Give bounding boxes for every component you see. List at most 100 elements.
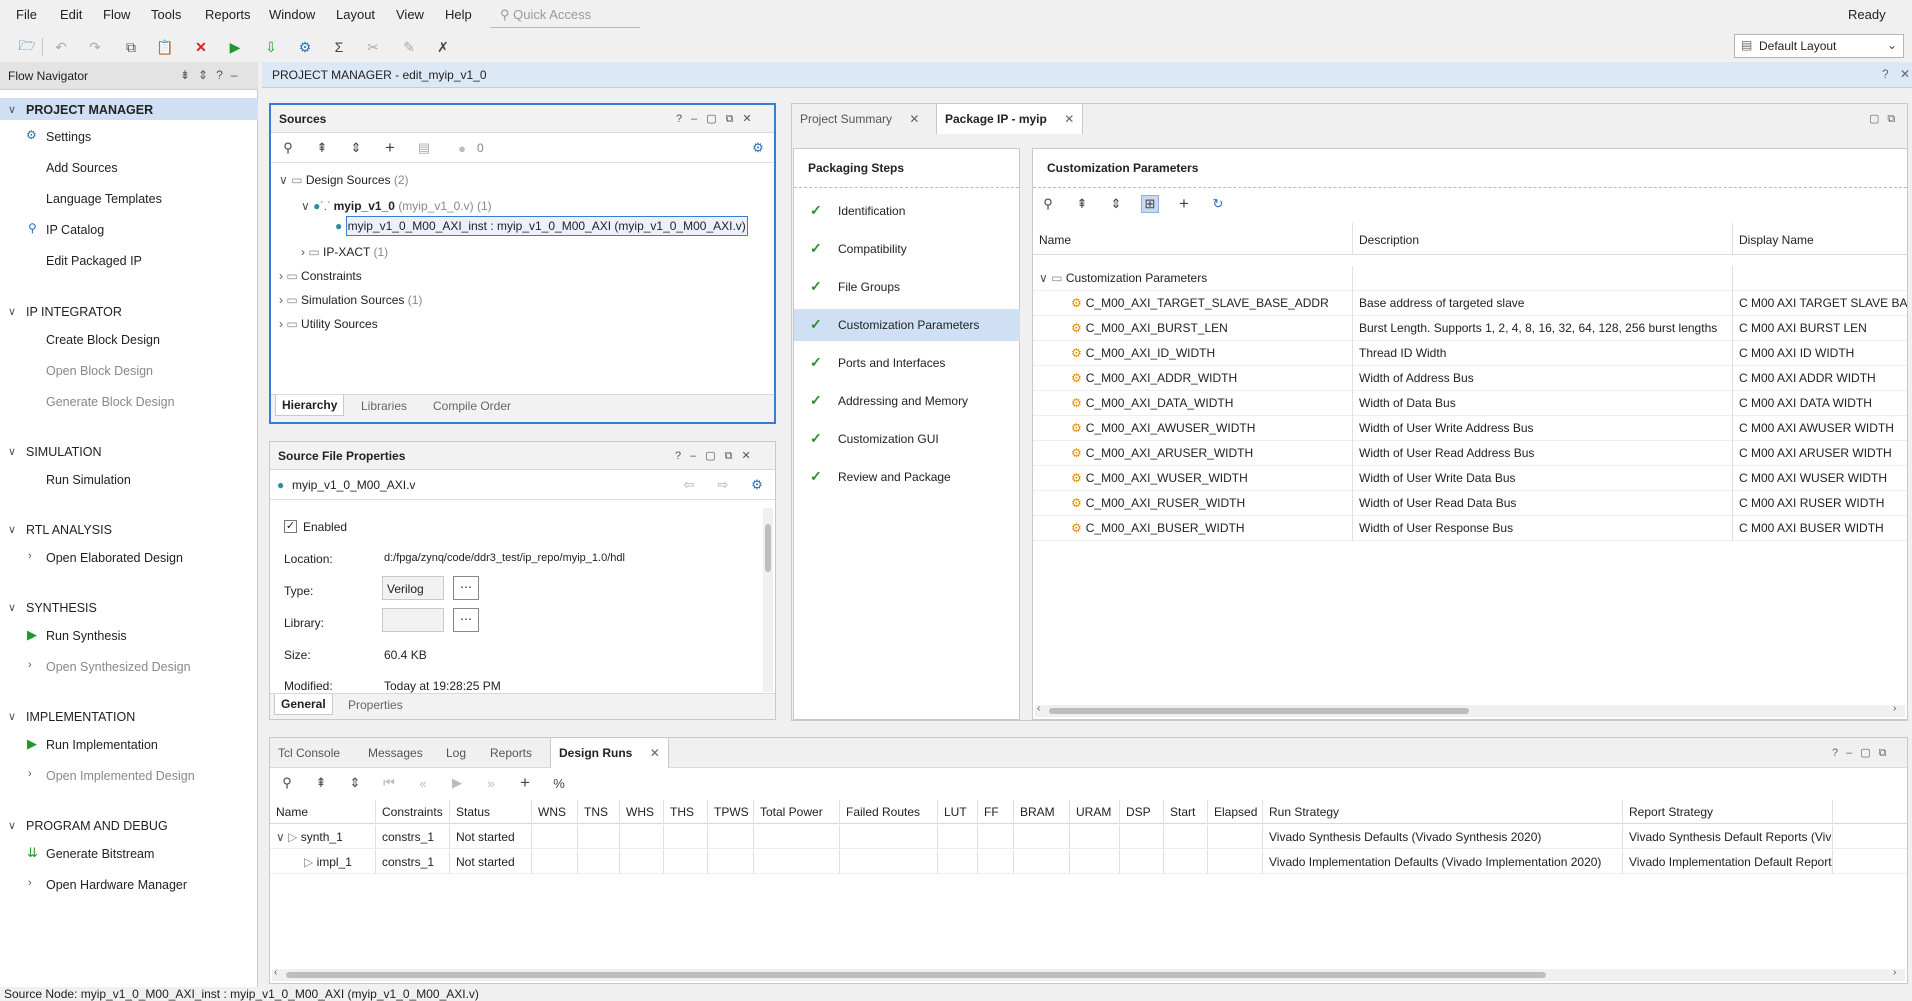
launch-icon[interactable]: ▶ — [448, 774, 466, 792]
chevron-down-icon[interactable]: ∨ — [8, 305, 16, 318]
gear-icon[interactable]: ⚙ — [749, 139, 767, 157]
library-browse-button[interactable]: ⋯ — [453, 608, 479, 632]
nav-section-ip-integrator[interactable]: IP INTEGRATOR — [26, 305, 122, 319]
back-arrow-icon[interactable]: ⇦ — [680, 476, 698, 494]
enabled-checkbox[interactable]: ✓ — [284, 520, 297, 533]
runs-col[interactable]: LUT — [938, 800, 978, 824]
editor-window-controls[interactable]: ▢⧉ — [1869, 112, 1903, 126]
scroll-right-icon[interactable]: › — [1893, 967, 1896, 978]
panel-window-controls[interactable]: ?‒▢⧉✕ — [675, 449, 760, 463]
tab-tcl-console[interactable]: Tcl Console — [270, 738, 348, 768]
nav-open-block-design[interactable]: Open Block Design — [46, 364, 153, 378]
close-icon[interactable]: ✕ — [909, 112, 919, 126]
nav-section-simulation[interactable]: SIMULATION — [26, 445, 101, 459]
group-icon[interactable]: ⊞ — [1141, 195, 1159, 213]
tree-top-module[interactable]: ∨ ●⸪ myip_v1_0 (myip_v1_0.v) (1) — [301, 197, 492, 214]
menu-view[interactable]: View — [396, 7, 424, 22]
expand-all-icon[interactable]: ⇕ — [1107, 195, 1125, 213]
step-customization-gui[interactable]: ✓ Customization GUI — [794, 423, 1020, 455]
debug-icon[interactable]: ✂ — [362, 37, 384, 57]
menu-layout[interactable]: Layout — [336, 7, 375, 22]
first-icon[interactable]: ⏮ — [380, 774, 398, 792]
tab-messages[interactable]: Messages — [360, 738, 431, 768]
run-row[interactable]: ∨ ▷ synth_1 constrs_1 Not started Vivado Sy… — [270, 825, 1907, 849]
tree-ipxact[interactable]: › ▭ IP-XACT (1) — [301, 245, 388, 259]
copy-icon[interactable]: ⧉ — [120, 37, 142, 57]
settings-icon[interactable]: ⚙ — [294, 37, 316, 57]
scroll-thumb[interactable] — [765, 524, 771, 572]
open-project-icon[interactable]: 🗁 — [16, 37, 38, 57]
chevron-right-icon[interactable]: › — [28, 877, 32, 889]
nav-generate-bitstream[interactable]: Generate Bitstream — [46, 847, 154, 861]
scroll-left-icon[interactable]: ‹ — [1037, 703, 1040, 714]
panel-window-controls[interactable]: ?‒▢⧉✕ — [676, 112, 761, 126]
runs-col[interactable]: THS — [664, 800, 708, 824]
nav-settings[interactable]: Settings — [46, 130, 91, 144]
runs-col[interactable]: Status — [450, 800, 532, 824]
undo-icon[interactable]: ↶ — [50, 37, 72, 57]
runs-col[interactable]: Name — [270, 800, 376, 824]
search-icon[interactable]: ⚲ — [278, 774, 296, 792]
nav-section-implementation[interactable]: IMPLEMENTATION — [26, 710, 135, 724]
sigma-icon[interactable]: Σ — [328, 37, 350, 57]
collapse-all-icon[interactable]: ⇞ — [313, 139, 331, 157]
menu-window[interactable]: Window — [269, 7, 315, 22]
nav-open-hardware-manager[interactable]: Open Hardware Manager — [46, 878, 187, 892]
previous-icon[interactable]: « — [414, 774, 432, 792]
scroll-thumb[interactable] — [286, 972, 1546, 978]
param-row[interactable]: ⚙ C_M00_AXI_DATA_WIDTH Width of Data Bus C … — [1033, 391, 1907, 416]
chevron-down-icon[interactable]: ∨ — [8, 103, 16, 116]
scroll-thumb[interactable] — [1049, 708, 1469, 714]
col-description[interactable]: Description — [1353, 223, 1733, 255]
close-icon[interactable]: ✕ — [1900, 67, 1910, 81]
tab-compile-order[interactable]: Compile Order — [433, 399, 511, 413]
horizontal-scrollbar[interactable]: ‹ › — [272, 967, 1905, 981]
step-file-groups[interactable]: ✓ File Groups — [794, 271, 1020, 303]
delete-icon[interactable]: ✕ — [190, 37, 212, 57]
properties-icon[interactable]: ▤ — [415, 139, 433, 157]
chevron-right-icon[interactable]: › — [28, 550, 32, 562]
chevron-down-icon[interactable]: ∨ — [8, 601, 16, 614]
nav-section-project-manager[interactable]: PROJECT MANAGER — [26, 103, 153, 117]
col-display-name[interactable]: Display Name — [1733, 223, 1907, 255]
runs-col[interactable]: DSP — [1120, 800, 1164, 824]
nav-run-implementation[interactable]: Run Implementation — [46, 738, 158, 752]
forward-arrow-icon[interactable]: ⇨ — [714, 476, 732, 494]
gear-icon[interactable]: ⚙ — [748, 476, 766, 494]
next-icon[interactable]: » — [482, 774, 500, 792]
tree-sim-sources[interactable]: › ▭ Simulation Sources (1) — [279, 293, 422, 307]
collapse-all-icon[interactable]: ⇞ — [1073, 195, 1091, 213]
runs-col[interactable]: Failed Routes — [840, 800, 938, 824]
tab-libraries[interactable]: Libraries — [361, 399, 407, 413]
nav-ip-catalog[interactable]: IP Catalog — [46, 223, 104, 237]
param-row[interactable]: ⚙ C_M00_AXI_ADDR_WIDTH Width of Address Bu… — [1033, 366, 1907, 391]
expand-all-icon[interactable]: ⇕ — [346, 774, 364, 792]
tab-project-summary[interactable]: Project Summary ✕ — [792, 104, 927, 134]
param-row[interactable]: ⚙ C_M00_AXI_WUSER_WIDTH Width of User Writ… — [1033, 466, 1907, 491]
tab-log[interactable]: Log — [438, 738, 474, 768]
vertical-scrollbar[interactable] — [763, 508, 773, 692]
runs-col[interactable]: TNS — [578, 800, 620, 824]
group-row[interactable]: ∨ ▭ Customization Parameters — [1033, 266, 1907, 291]
param-row[interactable]: ⚙ C_M00_AXI_TARGET_SLAVE_BASE_ADDR Base ad… — [1033, 291, 1907, 316]
refresh-icon[interactable]: ↻ — [1209, 195, 1227, 213]
close-icon[interactable]: ✕ — [650, 746, 660, 760]
step-customization-parameters[interactable]: ✓ Customization Parameters — [794, 309, 1020, 341]
run-row[interactable]: ▷ impl_1 constrs_1 Not started Vivado Imple… — [270, 850, 1907, 874]
horizontal-scrollbar[interactable]: ‹ › — [1035, 703, 1905, 717]
step-review-and-package[interactable]: ✓ Review and Package — [794, 461, 1020, 493]
runs-col[interactable]: Report Strategy — [1623, 800, 1833, 824]
param-row[interactable]: ⚙ C_M00_AXI_AWUSER_WIDTH Width of User Wri… — [1033, 416, 1907, 441]
nav-open-implemented-design[interactable]: Open Implemented Design — [46, 769, 195, 783]
nav-edit-packaged-ip[interactable]: Edit Packaged IP — [46, 254, 142, 268]
tab-reports[interactable]: Reports — [482, 738, 540, 768]
nav-run-simulation[interactable]: Run Simulation — [46, 473, 131, 487]
chevron-right-icon[interactable]: › — [28, 768, 32, 780]
scroll-left-icon[interactable]: ‹ — [274, 967, 277, 978]
chevron-down-icon[interactable]: ∨ — [8, 819, 16, 832]
tab-design-runs[interactable]: Design Runs ✕ — [550, 738, 669, 768]
runs-col[interactable]: BRAM — [1014, 800, 1070, 824]
menu-edit[interactable]: Edit — [60, 7, 82, 22]
nav-language-templates[interactable]: Language Templates — [46, 192, 162, 206]
type-browse-button[interactable]: ⋯ — [453, 576, 479, 600]
